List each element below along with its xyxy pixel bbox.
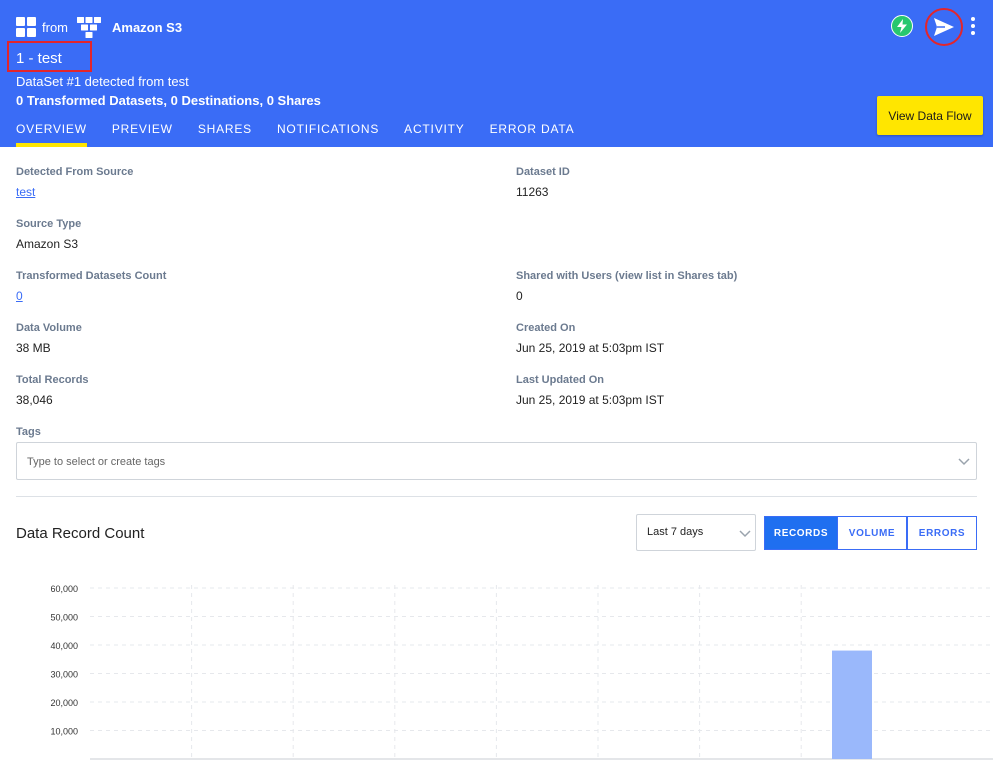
view-data-flow-button[interactable]: View Data Flow xyxy=(877,96,983,135)
amazon-s3-icon xyxy=(77,17,101,38)
tab-preview[interactable]: PREVIEW xyxy=(112,122,173,147)
y-tick-label: 10,000 xyxy=(50,727,78,737)
chart-bar xyxy=(832,650,872,759)
from-label: from xyxy=(42,19,68,35)
tab-notifications[interactable]: NOTIFICATIONS xyxy=(277,122,379,147)
dataset-title: 1 - test xyxy=(16,50,62,67)
y-tick-label: 40,000 xyxy=(50,641,78,651)
last-updated-label: Last Updated On xyxy=(516,374,605,386)
dataset-stats: 0 Transformed Datasets, 0 Destinations, … xyxy=(16,93,321,108)
apps-grid-icon[interactable] xyxy=(16,17,36,37)
shared-with-label: Shared with Users (view list in Shares t… xyxy=(516,270,738,282)
send-button[interactable] xyxy=(925,8,963,46)
date-range-value: Last 7 days xyxy=(647,526,704,538)
record-count-title: Data Record Count xyxy=(16,525,145,542)
shared-with-value: 0 xyxy=(516,289,523,303)
total-records-value: 38,046 xyxy=(16,393,53,407)
tab-shares[interactable]: SHARES xyxy=(198,122,252,147)
dataset-id-label: Dataset ID xyxy=(516,166,570,178)
y-tick-label: 50,000 xyxy=(50,613,78,623)
chevron-down-icon xyxy=(958,458,970,466)
source-type-label: Source Type xyxy=(16,218,82,230)
transformed-count-link[interactable]: 0 xyxy=(16,289,23,303)
data-volume-value: 38 MB xyxy=(16,341,51,355)
last-updated-value: Jun 25, 2019 at 5:03pm IST xyxy=(516,393,665,407)
tags-label: Tags xyxy=(16,426,41,438)
errors-toggle-button[interactable]: ERRORS xyxy=(907,516,977,550)
created-on-value: Jun 25, 2019 at 5:03pm IST xyxy=(516,341,665,355)
lightning-bolt-icon xyxy=(897,19,907,33)
created-on-label: Created On xyxy=(516,322,576,334)
y-tick-label: 60,000 xyxy=(50,584,78,594)
source-type-value: Amazon S3 xyxy=(16,237,79,251)
transformed-count-label: Transformed Datasets Count xyxy=(16,270,167,282)
dataset-header: from Amazon S3 1 - test DataSet #1 detec… xyxy=(0,0,993,147)
y-tick-label: 30,000 xyxy=(50,670,78,680)
tab-overview[interactable]: OVERVIEW xyxy=(16,122,87,147)
tab-error-data[interactable]: ERROR DATA xyxy=(490,122,575,147)
tags-input[interactable]: Type to select or create tags xyxy=(16,442,977,480)
tab-bar: OVERVIEW PREVIEW SHARES NOTIFICATIONS AC… xyxy=(16,122,599,147)
source-name: Amazon S3 xyxy=(112,19,183,35)
data-volume-label: Data Volume xyxy=(16,322,82,334)
more-options-icon[interactable] xyxy=(967,17,979,35)
dataset-subtitle: DataSet #1 detected from test xyxy=(16,74,189,89)
activate-button[interactable] xyxy=(891,15,913,37)
total-records-label: Total Records xyxy=(16,374,89,386)
detected-from-source-link[interactable]: test xyxy=(16,185,35,199)
y-tick-label: 20,000 xyxy=(50,698,78,708)
tags-placeholder: Type to select or create tags xyxy=(27,456,166,468)
records-toggle-button[interactable]: RECORDS xyxy=(764,516,838,550)
tab-activity[interactable]: ACTIVITY xyxy=(404,122,464,147)
send-icon xyxy=(934,18,954,36)
chevron-down-icon xyxy=(739,530,751,538)
section-divider xyxy=(16,496,977,497)
volume-toggle-button[interactable]: VOLUME xyxy=(837,516,907,550)
dataset-id-value: 11263 xyxy=(516,185,549,199)
detected-from-source-label: Detected From Source xyxy=(16,166,134,178)
record-count-chart: 60,000 50,000 40,000 30,000 20,000 10,000 xyxy=(50,584,993,760)
date-range-select[interactable]: Last 7 days xyxy=(636,514,756,551)
header-source-row: from Amazon S3 xyxy=(16,16,182,38)
